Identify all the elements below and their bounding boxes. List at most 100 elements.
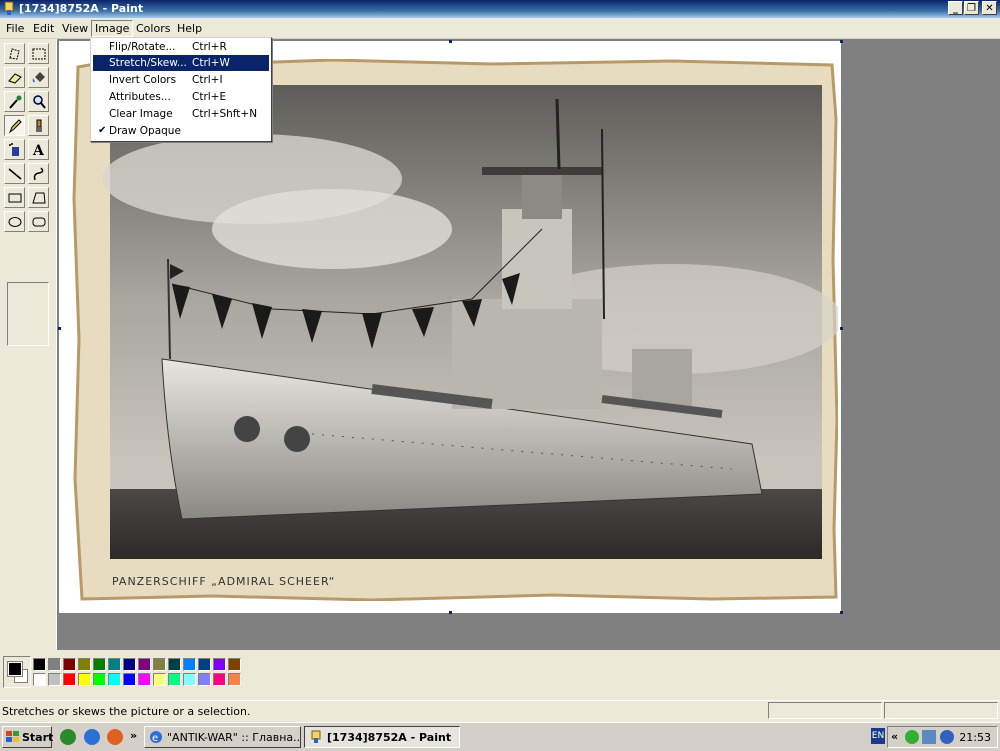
foreground-color-swatch[interactable] xyxy=(7,661,23,677)
palette-swatch[interactable] xyxy=(168,673,181,686)
tray-blue-icon[interactable] xyxy=(940,730,954,744)
pick-color-tool[interactable] xyxy=(4,91,25,112)
start-label: Start xyxy=(22,731,54,744)
quicklaunch-browser-icon[interactable] xyxy=(107,729,123,745)
ie-icon: e xyxy=(150,731,162,744)
color-palette xyxy=(0,651,1000,697)
palette-swatch[interactable] xyxy=(213,673,226,686)
palette-swatch[interactable] xyxy=(198,673,211,686)
resize-handle[interactable] xyxy=(449,611,452,614)
magnifier-tool[interactable] xyxy=(28,91,49,112)
palette-swatch[interactable] xyxy=(48,658,61,671)
svg-text:A: A xyxy=(32,143,45,158)
palette-swatch[interactable] xyxy=(78,673,91,686)
menu-help[interactable]: Help xyxy=(174,21,205,36)
palette-swatch[interactable] xyxy=(123,658,136,671)
polygon-tool[interactable] xyxy=(28,187,49,208)
clock[interactable]: 21:53 xyxy=(959,731,991,744)
palette-swatch[interactable] xyxy=(108,658,121,671)
fill-with-color-tool[interactable] xyxy=(28,67,49,88)
paint-app-icon[interactable] xyxy=(2,1,16,16)
palette-swatch[interactable] xyxy=(48,673,61,686)
menu-bar: File Edit View Image Colors Help xyxy=(0,18,1000,39)
palette-swatch[interactable] xyxy=(153,658,166,671)
palette-swatch[interactable] xyxy=(93,658,106,671)
resize-handle[interactable] xyxy=(840,40,843,43)
network-icon[interactable] xyxy=(922,730,936,744)
status-text: Stretches or skews the picture or a sele… xyxy=(2,705,251,718)
menu-item-attributes[interactable]: Attributes... Ctrl+E xyxy=(93,89,269,105)
close-button[interactable]: ✕ xyxy=(982,1,997,15)
palette-swatch[interactable] xyxy=(198,658,211,671)
menu-item-draw-opaque[interactable]: ✔ Draw Opaque xyxy=(93,123,269,139)
palette-swatch[interactable] xyxy=(153,673,166,686)
status-bar: Stretches or skews the picture or a sele… xyxy=(0,700,1000,721)
ellipse-tool[interactable] xyxy=(4,211,25,232)
rounded-rectangle-tool[interactable] xyxy=(28,211,49,232)
taskbar-button-browser[interactable]: e "ANTIK-WAR" :: Главна... xyxy=(144,726,301,748)
title-bar[interactable]: [1734]8752A - Paint _ ❐ ✕ xyxy=(0,0,1000,18)
airbrush-tool[interactable] xyxy=(4,139,25,160)
palette-swatch[interactable] xyxy=(33,673,46,686)
quicklaunch-green-icon[interactable] xyxy=(60,729,76,745)
checkmark-icon: ✔ xyxy=(98,125,107,136)
restore-button[interactable]: ❐ xyxy=(964,1,979,15)
palette-swatch[interactable] xyxy=(108,673,121,686)
menu-item-stretch-skew[interactable]: Stretch/Skew... Ctrl+W xyxy=(93,55,269,71)
palette-swatch[interactable] xyxy=(93,673,106,686)
menu-item-invert-colors[interactable]: Invert Colors Ctrl+I xyxy=(93,72,269,88)
palette-swatch[interactable] xyxy=(123,673,136,686)
menu-item-flip-rotate[interactable]: Flip/Rotate... Ctrl+R xyxy=(93,39,269,55)
svg-text:e: e xyxy=(152,733,158,744)
tool-options-box[interactable] xyxy=(7,282,49,346)
image-menu-dropdown: Flip/Rotate... Ctrl+R Stretch/Skew... Ctrl… xyxy=(90,37,272,142)
palette-swatch[interactable] xyxy=(63,658,76,671)
resize-handle[interactable] xyxy=(58,327,61,330)
minimize-button[interactable]: _ xyxy=(948,1,963,15)
rectangle-tool[interactable] xyxy=(4,187,25,208)
menu-colors[interactable]: Colors xyxy=(133,21,173,36)
palette-swatch[interactable] xyxy=(138,658,151,671)
palette-swatch[interactable] xyxy=(228,673,241,686)
menu-edit[interactable]: Edit xyxy=(30,21,57,36)
palette-swatch[interactable] xyxy=(168,658,181,671)
quicklaunch-chevron[interactable]: » xyxy=(130,729,137,742)
palette-swatch[interactable] xyxy=(183,673,196,686)
palette-swatch[interactable] xyxy=(183,658,196,671)
select-tool[interactable] xyxy=(28,43,49,64)
curve-tool[interactable] xyxy=(28,163,49,184)
window-title: [1734]8752A - Paint xyxy=(19,2,144,15)
palette-swatch[interactable] xyxy=(63,673,76,686)
current-colors[interactable] xyxy=(3,656,31,688)
tray-green-icon[interactable] xyxy=(905,730,919,744)
resize-handle[interactable] xyxy=(840,327,843,330)
eraser-tool[interactable] xyxy=(4,67,25,88)
pencil-tool[interactable] xyxy=(4,115,25,136)
postcard-caption: PANZERSCHIFF „ADMIRAL SCHEER“ xyxy=(112,575,336,588)
status-panel-size xyxy=(884,702,998,719)
line-tool[interactable] xyxy=(4,163,25,184)
internet-explorer-icon[interactable] xyxy=(84,729,100,745)
language-indicator[interactable]: EN xyxy=(871,728,885,744)
palette-swatch[interactable] xyxy=(78,658,91,671)
menu-view[interactable]: View xyxy=(59,21,91,36)
palette-swatch[interactable] xyxy=(138,673,151,686)
taskbar: Start » e "ANTIK-WAR" :: Главна... [1734… xyxy=(0,722,1000,751)
tray-chevron[interactable]: « xyxy=(891,730,898,743)
text-tool[interactable]: A xyxy=(28,139,49,160)
start-button[interactable]: Start xyxy=(2,726,54,748)
system-tray: « 21:53 xyxy=(887,726,998,748)
windows-logo-icon xyxy=(6,731,19,742)
status-panel-coords xyxy=(768,702,882,719)
menu-file[interactable]: File xyxy=(3,21,27,36)
brush-tool[interactable] xyxy=(28,115,49,136)
palette-swatch[interactable] xyxy=(33,658,46,671)
resize-handle[interactable] xyxy=(840,611,843,614)
palette-swatch[interactable] xyxy=(228,658,241,671)
menu-item-clear-image[interactable]: Clear Image Ctrl+Shft+N xyxy=(93,106,269,122)
palette-swatch[interactable] xyxy=(213,658,226,671)
free-form-select-tool[interactable] xyxy=(4,43,25,64)
resize-handle[interactable] xyxy=(449,40,452,43)
taskbar-button-paint[interactable]: [1734]8752A - Paint xyxy=(304,726,460,748)
menu-image[interactable]: Image xyxy=(91,20,134,37)
